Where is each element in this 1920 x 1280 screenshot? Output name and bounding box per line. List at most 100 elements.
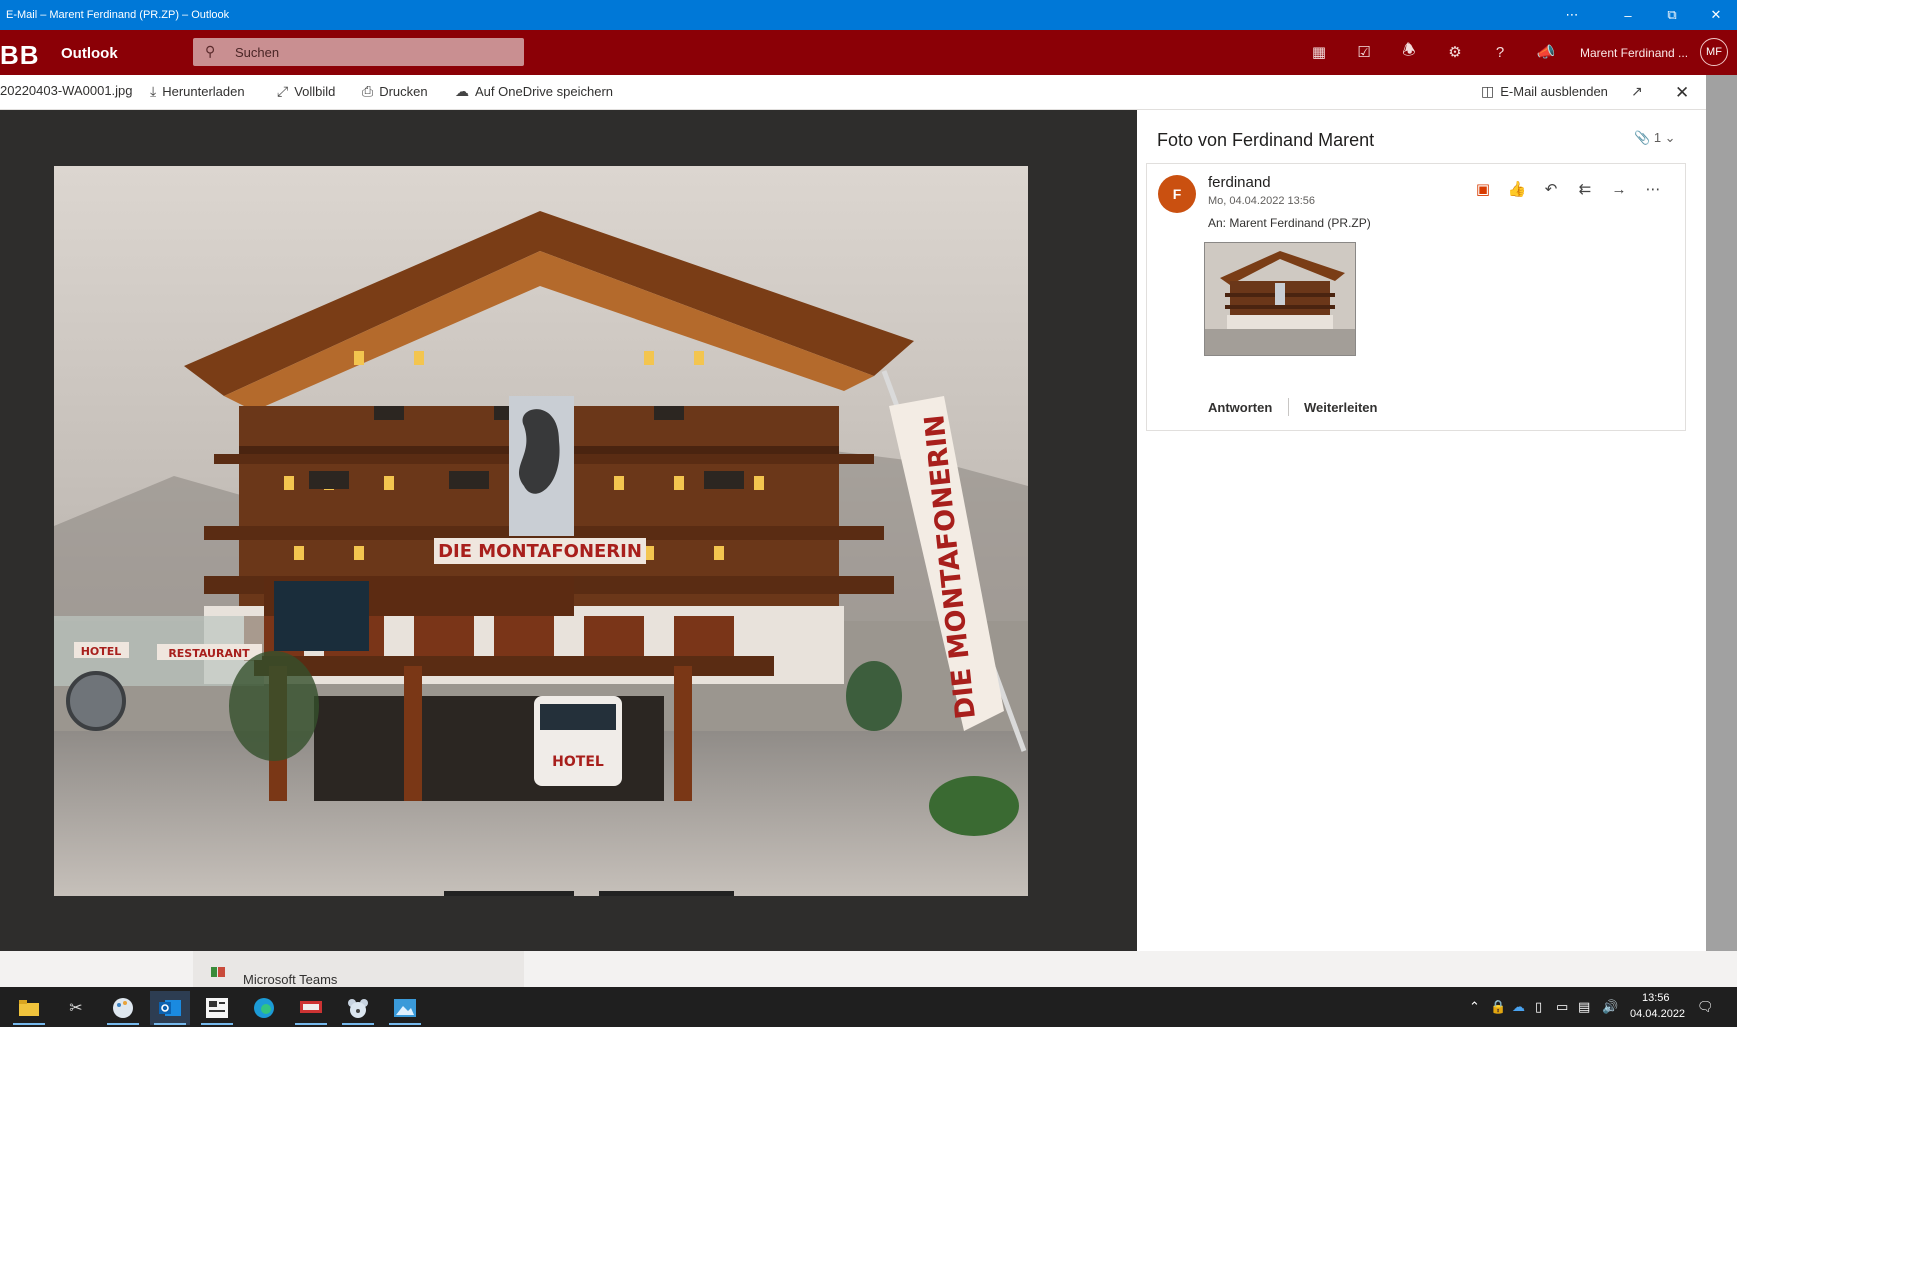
taskbar-app-paint[interactable] xyxy=(103,991,143,1025)
close-icon: ✕ xyxy=(1675,83,1690,102)
panel-icon: ◫ xyxy=(1481,83,1495,99)
todo-icon[interactable]: ☑ xyxy=(1352,40,1376,64)
gear-icon[interactable]: ⚙ xyxy=(1443,40,1467,64)
battery-icon[interactable]: ▭ xyxy=(1556,999,1568,1015)
volume-icon[interactable]: 🔊 xyxy=(1602,999,1618,1015)
cloud-icon: ☁ xyxy=(455,83,469,99)
taskbar-app-remote[interactable] xyxy=(291,991,331,1025)
minimize-button[interactable]: – xyxy=(1606,0,1650,30)
chevron-down-icon: ⌄ xyxy=(1664,130,1676,145)
download-label: Herunterladen xyxy=(162,84,245,99)
feedback-icon[interactable]: 📣 xyxy=(1534,40,1558,64)
outlook-icon xyxy=(159,1000,181,1016)
taskbar: ✂ ⌃ 🔒 ☁ ▯ ▭ ▤ 🔊 13:56 04.04.2022 🗨 xyxy=(0,987,1737,1027)
app-name[interactable]: Outlook xyxy=(61,45,118,62)
running-indicator xyxy=(107,1023,139,1025)
attachment-count-toggle[interactable]: 📎 1 ⌄ xyxy=(1634,130,1676,146)
popout-icon: ↗ xyxy=(1631,83,1643,99)
recipient-line: An: Marent Ferdinand (PR.ZP) xyxy=(1208,216,1371,230)
more-icon[interactable]: ⋯ xyxy=(1550,0,1594,30)
network-icon[interactable]: ▤ xyxy=(1578,999,1590,1015)
user-avatar[interactable]: MF xyxy=(1700,38,1728,66)
thumbnail-image xyxy=(1205,243,1355,355)
teams-label: Microsoft Teams xyxy=(243,972,338,987)
hotel-photo: DIE MONTAFONERIN HOTEL HOTEL RESTAURANT … xyxy=(54,166,1028,896)
chevron-up-icon[interactable]: ⌃ xyxy=(1469,999,1480,1015)
company-logo: BB xyxy=(0,40,40,70)
dimmed-backdrop xyxy=(1706,75,1737,987)
download-button[interactable]: ⤓ Herunterladen xyxy=(150,83,245,100)
notification-icon[interactable]: 🗨 xyxy=(1697,999,1714,1015)
attachment-count: 1 xyxy=(1653,130,1662,145)
clock-time[interactable]: 13:56 xyxy=(1642,992,1670,1004)
usb-icon[interactable]: ▯ xyxy=(1535,999,1542,1015)
clock-date[interactable]: 04.04.2022 xyxy=(1630,1008,1685,1020)
user-name[interactable]: Marent Ferdinand ... xyxy=(1580,46,1688,60)
fullscreen-label: Vollbild xyxy=(294,84,336,99)
taskbar-outlook[interactable] xyxy=(150,991,190,1025)
print-icon: ⎙ xyxy=(362,83,374,99)
attachment-viewer: 20220403-WA0001.jpg ⤓ Herunterladen ⤢ Vo… xyxy=(0,75,1706,951)
running-indicator xyxy=(201,1023,233,1025)
popout-button[interactable]: ↗ xyxy=(1631,83,1643,100)
hide-email-button[interactable]: ◫ E-Mail ausblenden xyxy=(1481,83,1608,100)
expand-icon: ⤢ xyxy=(277,83,289,99)
like-icon[interactable]: 👍 xyxy=(1506,178,1528,200)
building-sign: DIE MONTAFONERIN xyxy=(438,541,642,562)
reply-button[interactable]: Antworten xyxy=(1208,400,1272,415)
hotel-sign: HOTEL xyxy=(81,645,122,658)
attachment-photo[interactable]: DIE MONTAFONERIN HOTEL HOTEL RESTAURANT … xyxy=(54,166,1028,896)
hide-email-label: E-Mail ausblenden xyxy=(1500,84,1608,99)
close-window-button[interactable]: ✕ xyxy=(1694,0,1738,30)
print-label: Drucken xyxy=(379,84,428,99)
sender-name[interactable]: ferdinand xyxy=(1208,174,1271,191)
taskbar-file-explorer[interactable] xyxy=(9,991,49,1025)
palette-icon xyxy=(113,998,133,1018)
running-indicator xyxy=(342,1023,374,1025)
teams-share-icon[interactable]: ▣ xyxy=(1472,178,1494,200)
reading-pane: Foto von Ferdinand Marent 📎 1 ⌄ F ferdin… xyxy=(1137,110,1706,951)
dimmed-backdrop-bottom: Microsoft Teams xyxy=(0,951,1737,987)
restore-button[interactable]: ⧉ xyxy=(1650,0,1694,30)
file-name: 20220403-WA0001.jpg xyxy=(0,83,133,98)
search-box[interactable]: ⚲ Suchen xyxy=(193,38,524,66)
reply-all-icon[interactable]: ⇇ xyxy=(1574,178,1596,200)
button-divider xyxy=(1288,398,1289,416)
sender-avatar[interactable]: F xyxy=(1158,175,1196,213)
taskbar-edge[interactable] xyxy=(244,991,284,1025)
koala-icon xyxy=(348,999,368,1018)
forward-icon[interactable]: → xyxy=(1608,178,1630,200)
window-title-bar: E-Mail – Marent Ferdinand (PR.ZP) – Outl… xyxy=(0,0,1737,30)
newspaper-icon xyxy=(206,998,228,1018)
restaurant-sign: RESTAURANT xyxy=(168,647,250,660)
viewer-toolbar: 20220403-WA0001.jpg ⤓ Herunterladen ⤢ Vo… xyxy=(0,75,1706,110)
taskbar-app-koala[interactable] xyxy=(338,991,378,1025)
print-button[interactable]: ⎙ Drucken xyxy=(362,83,428,100)
search-placeholder: Suchen xyxy=(235,45,280,60)
remote-icon xyxy=(300,1001,322,1013)
save-to-onedrive-button[interactable]: ☁ Auf OneDrive speichern xyxy=(455,83,613,100)
snipping-icon: ✂ xyxy=(69,1000,83,1017)
folder-icon xyxy=(19,1000,39,1016)
teams-meeting-icon[interactable]: ▦ xyxy=(1307,40,1331,64)
reply-icon[interactable]: ↶ xyxy=(1540,178,1562,200)
running-indicator xyxy=(389,1023,421,1025)
close-viewer-button[interactable]: ✕ xyxy=(1675,83,1689,103)
fullscreen-button[interactable]: ⤢ Vollbild xyxy=(277,83,335,100)
paperclip-icon: 📎 xyxy=(1634,130,1651,145)
taskbar-news[interactable] xyxy=(197,991,237,1025)
taskbar-photos[interactable] xyxy=(385,991,425,1025)
taskbar-snipping[interactable]: ✂ xyxy=(56,991,96,1025)
more-actions-icon[interactable]: ⋯ xyxy=(1642,178,1664,200)
window-title: E-Mail – Marent Ferdinand (PR.ZP) – Outl… xyxy=(6,9,230,21)
running-indicator xyxy=(13,1023,45,1025)
forward-button[interactable]: Weiterleiten xyxy=(1304,400,1377,415)
attachment-thumbnail[interactable] xyxy=(1204,242,1356,356)
lock-icon[interactable]: 🔒 xyxy=(1490,999,1506,1015)
image-stage: DIE MONTAFONERIN HOTEL HOTEL RESTAURANT … xyxy=(0,110,1137,951)
help-icon[interactable]: ? xyxy=(1488,40,1512,64)
bell-icon[interactable]: 🕭 xyxy=(1397,40,1421,64)
running-indicator xyxy=(154,1023,186,1025)
onedrive-icon[interactable]: ☁ xyxy=(1512,999,1525,1015)
van-sign: HOTEL xyxy=(552,754,604,770)
